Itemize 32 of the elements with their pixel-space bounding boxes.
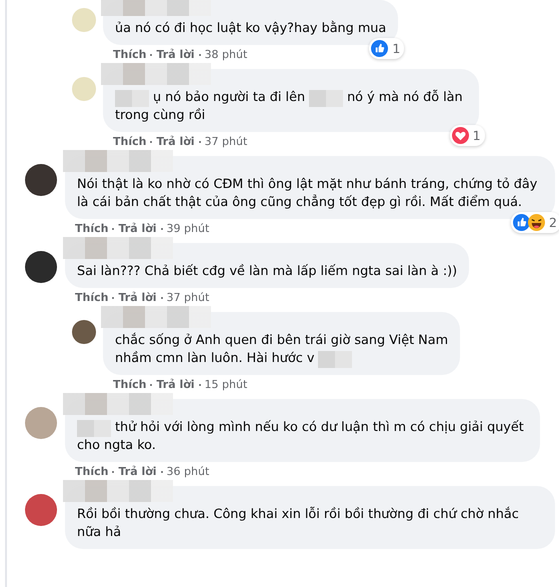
comment-text: Rồi bồi thường chưa. Công khai xin lỗi rồi bồi thường đi chứ chờ nhắc nữa hả	[77, 507, 519, 540]
timestamp[interactable]: 37 phút	[204, 135, 248, 148]
timestamp[interactable]: 38 phút	[204, 48, 248, 61]
like-link[interactable]: Thích	[75, 465, 108, 478]
timestamp[interactable]: 39 phút	[166, 222, 210, 235]
like-link[interactable]: Thích	[113, 135, 146, 148]
reaction-pill[interactable]: 2	[511, 212, 559, 233]
comment-text: cho ngta ko.	[77, 438, 156, 453]
comment-text: ủa nó có đi học luật ko vậy?hay bằng mua	[115, 21, 386, 36]
comment-text: chắc sống ở Anh quen đi bên trái giờ sang Việt Nam	[115, 333, 448, 348]
reply-link[interactable]: Trả lời	[156, 135, 195, 148]
like-link[interactable]: Thích	[75, 291, 108, 304]
comment-text: trong cùng rồi	[115, 108, 206, 123]
like-link[interactable]: Thích	[113, 378, 146, 391]
reaction-pill[interactable]: 1	[450, 125, 485, 146]
reply-link[interactable]: Trả lời	[156, 48, 195, 61]
like-link[interactable]: Thích	[75, 222, 108, 235]
timestamp[interactable]: 15 phút	[204, 378, 248, 391]
comment-text: ụ nó bảo người ta đi lên	[153, 89, 306, 107]
reply-link[interactable]: Trả lời	[156, 378, 195, 391]
comment-text: thử hỏi với lòng mình nếu ko có dư luận thì m có chịu giải quyết	[115, 419, 524, 437]
comment-text: nó ý mà nó đỗ làn	[347, 89, 463, 107]
timestamp[interactable]: 37 phút	[166, 291, 210, 304]
reaction-pill[interactable]: 1	[369, 38, 404, 59]
reply-link[interactable]: Trả lời	[118, 291, 157, 304]
comment-text: nhầm cmn làn luôn. Hài hước v	[115, 350, 314, 368]
reply-link[interactable]: Trả lời	[118, 465, 157, 478]
comment-text: Nói thật là ko nhờ có CĐM thì ông lật mặt như bánh tráng, chứng tỏ đây là cái bản chất thật của ông cũng chẳng tốt đẹp gì rồi. Mất điểm quá.	[77, 177, 538, 210]
like-link[interactable]: Thích	[113, 48, 146, 61]
timestamp[interactable]: 36 phút	[166, 465, 210, 478]
comment-text: Sai làn??? Chả biết cđg về làn mà lấp liếm ngta sai làn à :))	[77, 264, 458, 279]
reply-link[interactable]: Trả lời	[118, 222, 157, 235]
